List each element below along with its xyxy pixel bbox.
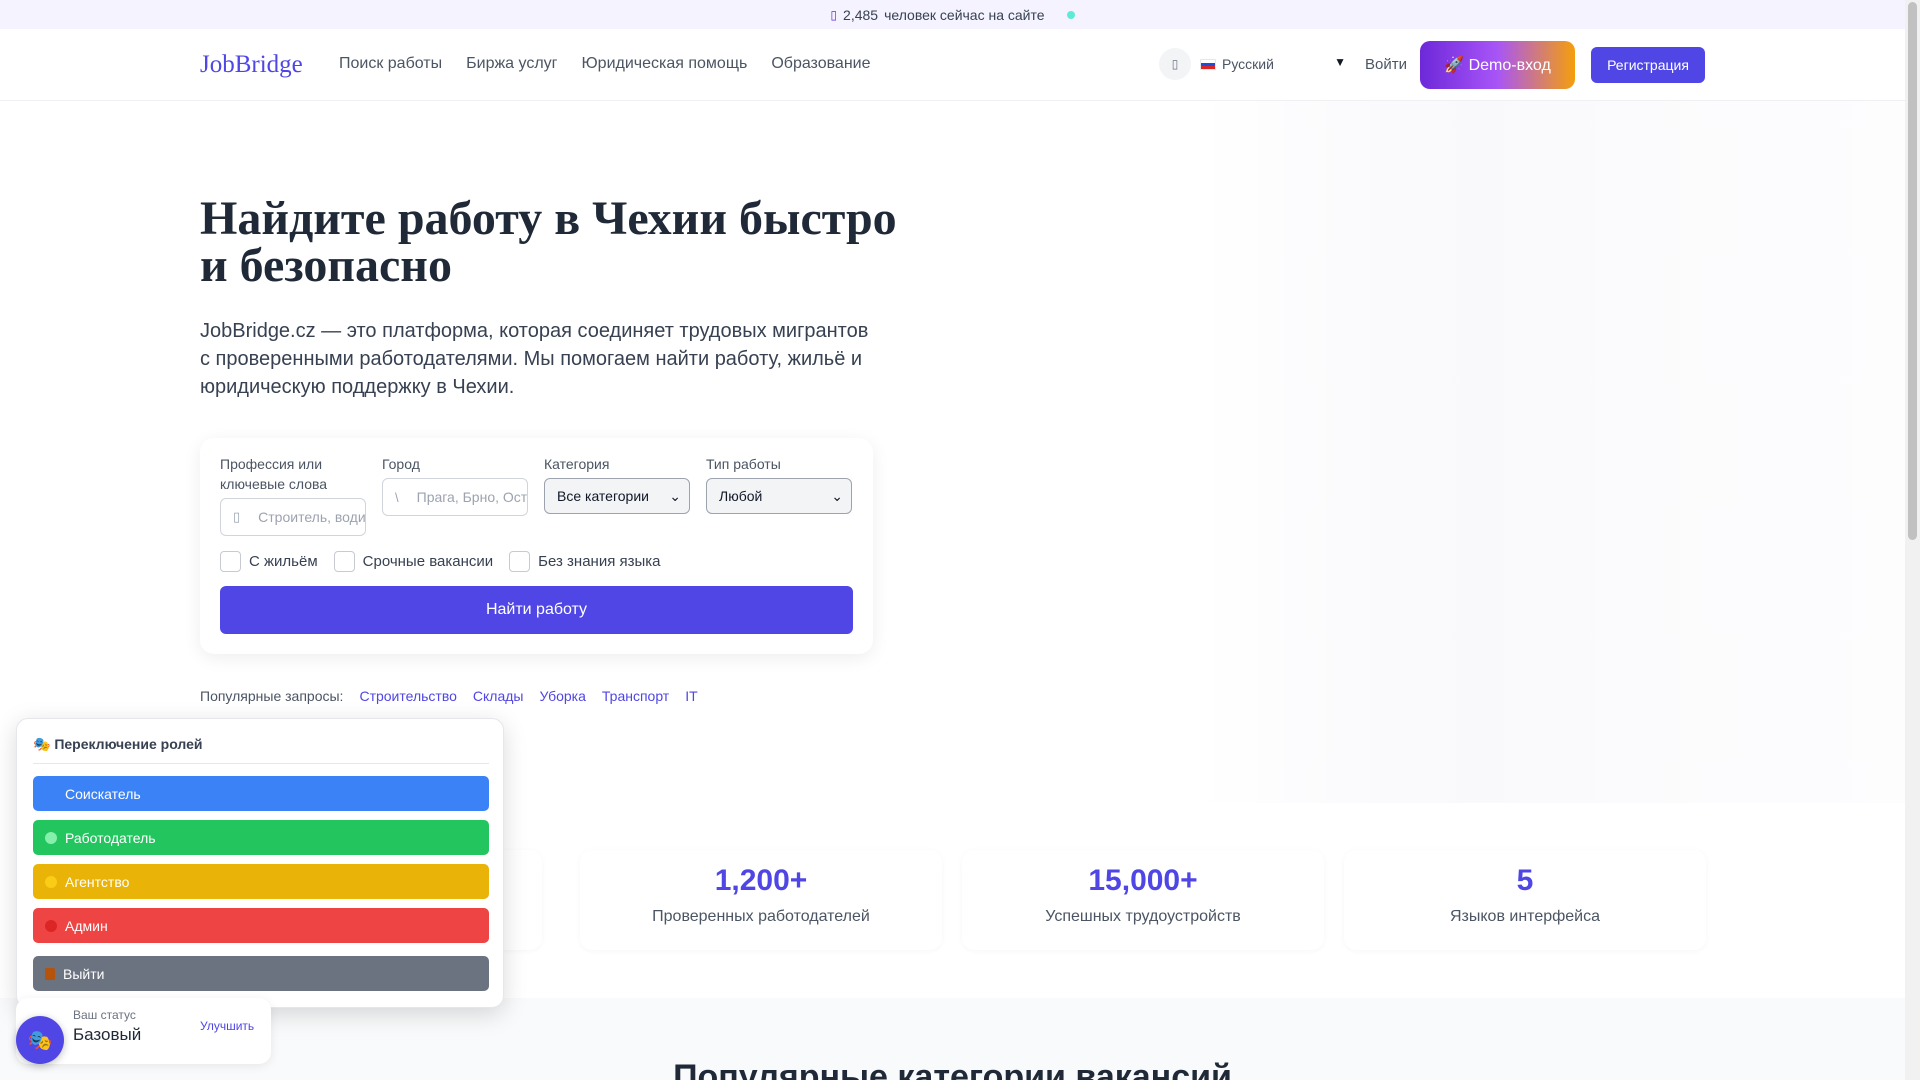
work-type-value: Любой xyxy=(719,488,763,504)
popular-link-it[interactable]: IT xyxy=(685,688,697,704)
nav-legal-help[interactable]: Юридическая помощь xyxy=(582,55,748,73)
demo-login-button[interactable]: 🚀 Demo-вход xyxy=(1420,41,1575,89)
role-switcher-title: 🎭 Переключение ролей xyxy=(33,736,203,752)
yellow-circle-icon xyxy=(45,875,57,888)
category-field-group: Категория Все категории ⌄ xyxy=(544,454,690,514)
theater-masks-icon: 🎭 xyxy=(27,1029,53,1052)
nav-services-exchange[interactable]: Биржа услуг xyxy=(466,55,557,73)
online-status-dot xyxy=(1066,10,1075,19)
popular-searches: Популярные запросы: Строительство Склады… xyxy=(200,688,698,704)
site-header: JobBridge Поиск работы Биржа услуг Юриди… xyxy=(0,29,1905,101)
work-type-label: Тип работы xyxy=(706,456,781,472)
hero-illustration-area xyxy=(1200,101,1905,803)
checkbox-label: Срочные вакансии xyxy=(362,553,494,570)
filter-checkboxes: С жильём Срочные вакансии Без знания язы… xyxy=(220,551,661,572)
role-label: Агентство xyxy=(65,873,130,890)
online-text: человек сейчас на сайте xyxy=(884,6,1045,23)
location-icon: \ xyxy=(395,489,399,505)
red-circle-icon xyxy=(45,919,57,932)
moon-icon: ▯ xyxy=(1171,57,1179,71)
green-circle-icon xyxy=(45,831,57,844)
city-label: Город xyxy=(382,456,420,472)
upgrade-link[interactable]: Улучшить xyxy=(200,1019,254,1033)
keywords-input[interactable]: ▯ Строитель, водитель... xyxy=(220,498,366,536)
role-label: Работодатель xyxy=(65,829,156,846)
russia-flag-icon xyxy=(1200,58,1216,70)
hero-subtitle: JobBridge.cz — это платформа, которая со… xyxy=(200,320,869,398)
categories-section-title: Популярные категории вакансий xyxy=(673,1058,1232,1080)
hero-title: Найдите работу в Чехии быстро и безопасн… xyxy=(200,192,897,292)
divider xyxy=(33,763,489,764)
city-input[interactable]: \ Прага, Брно, Остра... xyxy=(382,478,528,516)
logo[interactable]: JobBridge xyxy=(200,51,303,79)
checkbox-box[interactable] xyxy=(333,551,355,572)
chevron-down-icon: ▼ xyxy=(1334,55,1346,69)
keywords-field-group: Профессия или ключевые слова ▯ Строитель… xyxy=(220,454,366,536)
work-type-select[interactable]: Любой ⌄ xyxy=(706,478,852,514)
stat-number: 5 xyxy=(1516,864,1534,897)
popular-link-cleaning[interactable]: Уборка xyxy=(539,688,585,704)
urgent-vacancies-checkbox[interactable]: Срочные вакансии xyxy=(333,551,494,572)
checkbox-label: С жильём xyxy=(249,553,318,570)
work-type-field-group: Тип работы Любой ⌄ xyxy=(706,454,852,514)
category-select[interactable]: Все категории ⌄ xyxy=(544,478,690,514)
checkbox-label: Без знания языка xyxy=(538,553,661,570)
logout-label: Выйти xyxy=(63,965,105,982)
find-job-button[interactable]: Найти работу xyxy=(220,586,853,634)
checkbox-box[interactable] xyxy=(220,551,241,572)
popular-link-warehouses[interactable]: Склады xyxy=(473,688,524,704)
page-scrollbar[interactable] xyxy=(1905,0,1920,1080)
online-banner: ▯ 2,485 человек сейчас на сайте xyxy=(0,0,1905,29)
logout-button[interactable]: Выйти xyxy=(33,956,489,991)
popular-link-construction[interactable]: Строительство xyxy=(359,688,456,704)
stat-label: Успешных трудоустройств xyxy=(1045,908,1241,925)
role-admin-button[interactable]: Админ xyxy=(33,908,489,943)
with-housing-checkbox[interactable]: С жильём xyxy=(220,551,318,572)
status-value: Базовый xyxy=(73,1025,142,1044)
door-icon xyxy=(45,967,55,980)
no-language-checkbox[interactable]: Без знания языка xyxy=(509,551,661,572)
role-switcher-toggle-button[interactable]: 🎭 xyxy=(16,1016,64,1064)
popular-label: Популярные запросы: xyxy=(200,688,344,704)
stat-card-employers: 1,200+ Проверенных работодателей xyxy=(580,850,942,950)
city-field-group: Город \ Прага, Брно, Остра... xyxy=(382,454,528,516)
role-agency-button[interactable]: Агентство xyxy=(33,864,489,899)
role-label: Соискатель xyxy=(65,785,141,802)
chevron-down-icon: ⌄ xyxy=(669,487,681,504)
search-icon: ▯ xyxy=(233,509,241,524)
nav-job-search[interactable]: Поиск работы xyxy=(339,55,442,73)
blue-circle-icon xyxy=(45,787,57,800)
keywords-placeholder: Строитель, водитель... xyxy=(258,509,366,525)
role-employer-button[interactable]: Работодатель xyxy=(33,820,489,855)
stat-number: 1,200+ xyxy=(714,864,808,897)
stat-label: Проверенных работодателей xyxy=(652,908,870,925)
chevron-down-icon: ⌄ xyxy=(831,487,843,504)
category-label: Категория xyxy=(544,456,610,472)
online-count: 2,485 xyxy=(843,6,879,23)
login-link[interactable]: Войти xyxy=(1365,56,1407,73)
scrollbar-thumb[interactable] xyxy=(1908,2,1917,540)
checkbox-box[interactable] xyxy=(509,551,531,572)
city-placeholder: Прага, Брно, Остра... xyxy=(416,489,528,505)
language-value: Русский xyxy=(1222,56,1274,72)
stat-card-placements: 15,000+ Успешных трудоустройств xyxy=(962,850,1324,950)
pulse-icon: ▯ xyxy=(830,7,838,22)
category-value: Все категории xyxy=(557,488,649,504)
stat-number: 15,000+ xyxy=(1088,864,1198,897)
stat-card-languages: 5 Языков интерфейса xyxy=(1344,850,1706,950)
nav-education[interactable]: Образование xyxy=(771,55,870,73)
keywords-label: Профессия или ключевые слова xyxy=(220,456,328,492)
role-switcher-panel: 🎭 Переключение ролей Соискатель Работода… xyxy=(16,718,504,1008)
role-jobseeker-button[interactable]: Соискатель xyxy=(33,776,489,811)
language-select[interactable]: Русский ▼ xyxy=(1200,48,1350,80)
popular-link-transport[interactable]: Транспорт xyxy=(602,688,669,704)
main-nav: Поиск работы Биржа услуг Юридическая пом… xyxy=(339,55,871,73)
theme-toggle-button[interactable]: ▯ xyxy=(1159,48,1191,80)
role-label: Админ xyxy=(65,917,108,934)
stat-label: Языков интерфейса xyxy=(1449,908,1601,925)
status-label: Ваш статус xyxy=(73,1008,136,1022)
job-search-form: Профессия или ключевые слова ▯ Строитель… xyxy=(200,438,873,654)
register-button[interactable]: Регистрация xyxy=(1591,47,1705,83)
